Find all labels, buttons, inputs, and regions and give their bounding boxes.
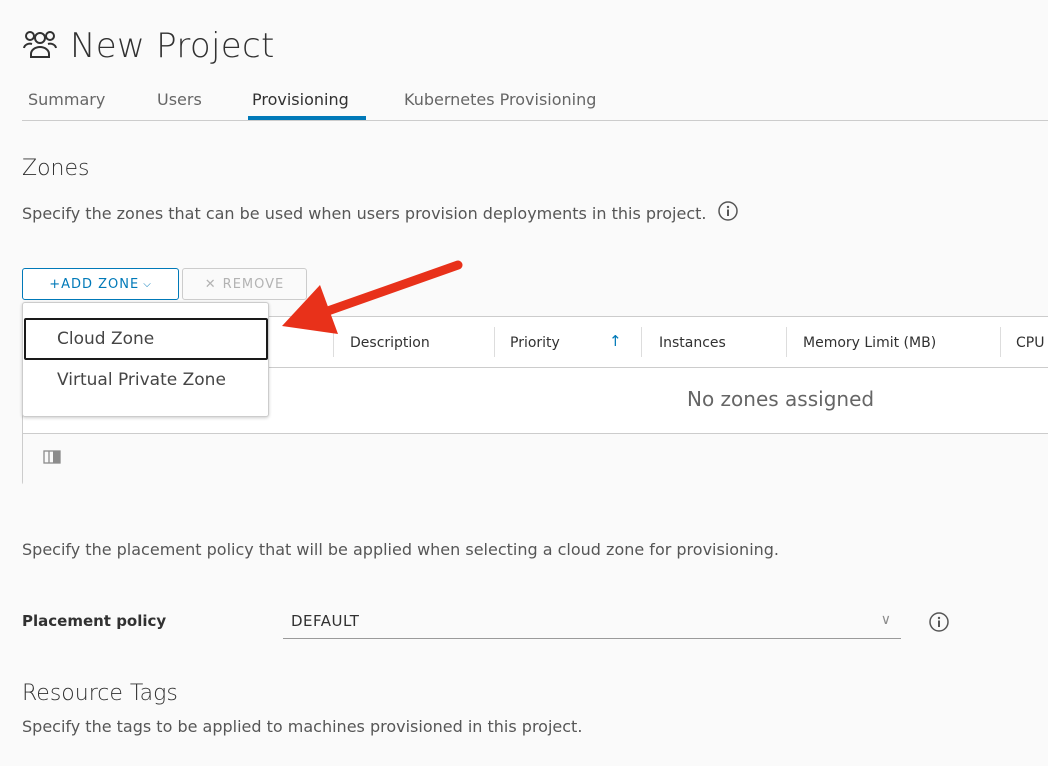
table-footer xyxy=(23,433,1048,485)
resource-tags-heading: Resource Tags xyxy=(22,681,178,706)
info-icon[interactable] xyxy=(717,200,739,226)
annotation-arrow xyxy=(282,260,463,334)
zones-description: Specify the zones that can be used when … xyxy=(22,203,707,223)
column-memory-limit[interactable]: Memory Limit (MB) xyxy=(803,317,936,368)
menu-item-virtual-private-zone[interactable]: Virtual Private Zone xyxy=(23,362,268,398)
info-icon[interactable] xyxy=(928,611,950,637)
add-zone-menu: Cloud Zone Virtual Private Zone xyxy=(22,302,269,417)
column-priority[interactable]: Priority xyxy=(510,317,560,368)
close-icon: ✕ xyxy=(204,276,217,292)
page-title: New Project xyxy=(70,26,275,66)
placement-policy-label: Placement policy xyxy=(22,612,167,630)
placement-policy-select[interactable]: DEFAULT ∨ xyxy=(283,606,901,639)
tab-users[interactable]: Users xyxy=(157,90,202,109)
empty-state: No zones assigned xyxy=(687,387,875,411)
menu-item-cloud-zone[interactable]: Cloud Zone xyxy=(24,318,268,360)
column-toggle-icon[interactable] xyxy=(43,449,61,469)
sort-ascending-icon[interactable]: ↑ xyxy=(609,332,622,350)
column-cpu[interactable]: CPU xyxy=(1016,317,1044,368)
tab-provisioning[interactable]: Provisioning xyxy=(252,90,349,109)
zones-heading: Zones xyxy=(22,156,90,181)
column-instances[interactable]: Instances xyxy=(659,317,726,368)
users-icon xyxy=(22,26,58,66)
placement-description: Specify the placement policy that will b… xyxy=(22,540,780,559)
tab-kubernetes-provisioning[interactable]: Kubernetes Provisioning xyxy=(404,90,596,109)
resource-tags-description: Specify the tags to be applied to machin… xyxy=(22,717,583,736)
chevron-down-icon: ⌵ xyxy=(143,278,152,290)
tab-bar: Summary Users Provisioning Kubernetes Pr… xyxy=(22,84,1048,121)
page-header: New Project xyxy=(22,24,275,68)
add-zone-label: +ADD ZONE xyxy=(49,276,140,292)
add-zone-button[interactable]: +ADD ZONE ⌵ xyxy=(22,268,179,300)
active-tab-indicator xyxy=(248,116,366,120)
placement-policy-value: DEFAULT xyxy=(291,612,360,630)
zones-description-row: Specify the zones that can be used when … xyxy=(22,200,739,226)
chevron-down-icon: ∨ xyxy=(880,612,891,628)
tab-summary[interactable]: Summary xyxy=(28,90,105,109)
